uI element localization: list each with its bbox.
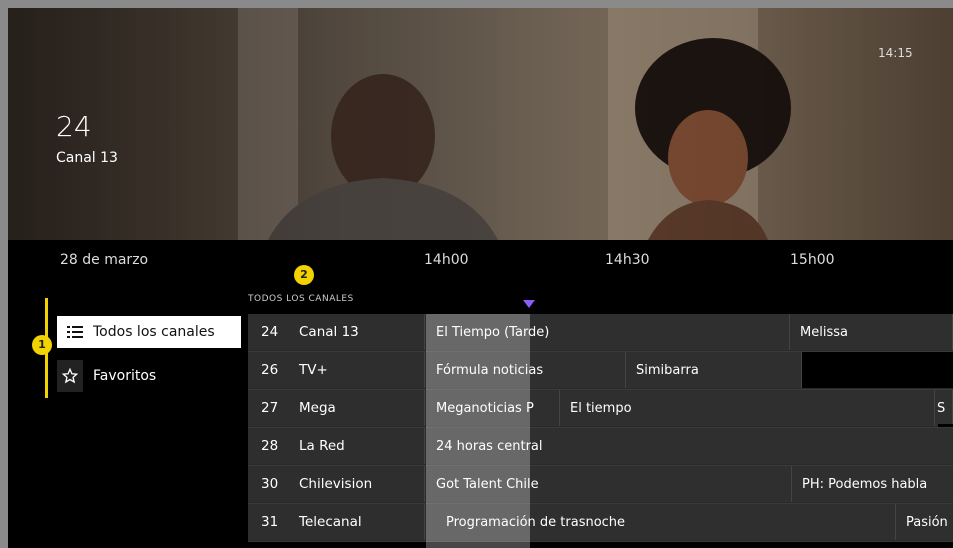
preview-overlay — [8, 8, 953, 240]
program-cell[interactable]: Pasión — [896, 504, 953, 540]
channel-cell[interactable]: 26 TV+ — [248, 352, 425, 388]
callout-badge-2: 2 — [294, 265, 314, 285]
guide-row: 28 La Red 24 horas central — [248, 428, 953, 466]
channel-name: Mega — [299, 400, 336, 416]
guide-row: 24 Canal 13 El Tiempo (Tarde) Melissa — [248, 314, 953, 352]
program-guide: 24 Canal 13 El Tiempo (Tarde) Melissa 26 T… — [248, 314, 953, 542]
program-cell[interactable]: El Tiempo (Tarde) — [426, 314, 790, 350]
guide-row: 27 Mega Meganoticias P El tiempo S — [248, 390, 953, 428]
guide-date: 28 de marzo — [60, 252, 149, 268]
guide-row: 26 TV+ Fórmula noticias Simibarra — [248, 352, 953, 390]
program-cell[interactable]: Programación de trasnoche — [426, 504, 896, 540]
channel-preview: 24 Canal 13 14:15 — [8, 8, 953, 240]
time-slot-label: 14h00 — [424, 252, 469, 268]
channel-cell[interactable]: 28 La Red — [248, 428, 425, 464]
channel-number: 27 — [261, 400, 279, 416]
program-cell[interactable]: Simibarra — [626, 352, 802, 388]
sidebar-item-label: Todos los canales — [93, 324, 215, 340]
star-icon — [57, 360, 83, 392]
preview-channel-name: Canal 13 — [56, 150, 118, 166]
current-time-marker — [523, 300, 535, 308]
list-icon — [67, 326, 83, 338]
preview-channel-number: 24 — [56, 110, 92, 143]
time-slot-label: 15h00 — [790, 252, 835, 268]
channel-number: 31 — [261, 514, 279, 530]
channel-number: 26 — [261, 362, 279, 378]
timebar: 28 de marzo 14h00 14h30 15h00 — [8, 240, 953, 280]
program-cell[interactable]: Got Talent Chile — [426, 466, 792, 502]
guide-row: 31 Telecanal Programación de trasnoche Pa… — [248, 504, 953, 542]
channel-cell[interactable]: 27 Mega — [248, 390, 425, 426]
program-cell[interactable]: Meganoticias P — [426, 390, 560, 426]
channel-number: 28 — [261, 438, 279, 454]
channel-cell[interactable]: 30 Chilevision — [248, 466, 425, 502]
channel-name: La Red — [299, 438, 345, 454]
sidebar-item-all-channels[interactable]: Todos los canales — [57, 316, 241, 348]
channel-name: Canal 13 — [299, 324, 359, 340]
clock: 14:15 — [878, 46, 913, 60]
sidebar-item-favorites[interactable]: Favoritos — [57, 360, 217, 392]
channel-name: Telecanal — [299, 514, 362, 530]
program-cell[interactable]: Fórmula noticias — [426, 352, 626, 388]
program-cell[interactable]: Melissa — [790, 314, 953, 350]
channel-number: 24 — [261, 324, 279, 340]
sidebar-item-label: Favoritos — [93, 368, 157, 384]
program-cell[interactable]: 24 horas central — [426, 428, 953, 464]
channel-name: Chilevision — [299, 476, 373, 492]
channel-name: TV+ — [299, 362, 328, 378]
time-slot-label: 14h30 — [605, 252, 650, 268]
program-cell[interactable]: El tiempo — [560, 390, 935, 426]
guide-section-label: TODOS LOS CANALES — [248, 294, 354, 304]
program-progress — [938, 424, 953, 427]
channel-number: 30 — [261, 476, 279, 492]
tv-screen: 24 Canal 13 14:15 28 de marzo 14h00 14h3… — [8, 8, 953, 548]
program-cell[interactable]: PH: Podemos habla — [792, 466, 953, 502]
channel-cell[interactable]: 31 Telecanal — [248, 504, 425, 540]
program-cell[interactable]: S — [935, 390, 953, 426]
channel-cell[interactable]: 24 Canal 13 — [248, 314, 425, 350]
program-cell-empty — [802, 352, 953, 388]
guide-row: 30 Chilevision Got Talent Chile PH: Podem… — [248, 466, 953, 504]
callout-badge-1: 1 — [32, 335, 52, 355]
